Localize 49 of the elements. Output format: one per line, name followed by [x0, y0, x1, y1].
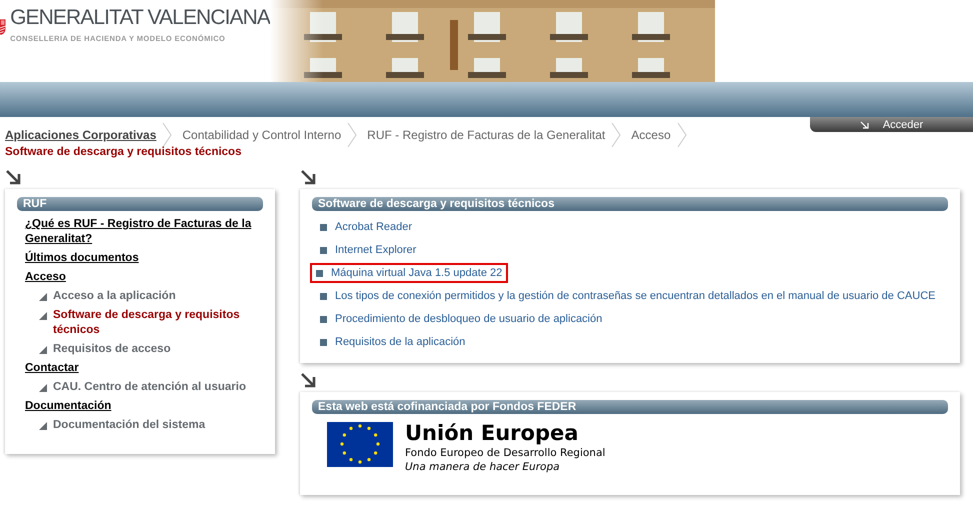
chevron-separator-icon — [676, 123, 687, 147]
chevron-separator-icon — [611, 123, 622, 147]
eu-motto: Una manera de hacer Europa — [405, 461, 561, 473]
bullet-icon — [320, 338, 327, 346]
triangle-icon — [39, 293, 47, 301]
download-link[interactable]: Requisitos de la aplicación — [314, 332, 472, 352]
download-link[interactable]: Procedimiento de desbloqueo de usuario de aplicación — [314, 309, 608, 329]
eu-fund: Fondo Europeo de Desarrollo Regional — [405, 447, 606, 459]
download-link[interactable]: Los tipos de conexión permitidos y la gestión de contraseñas se encuentran detallados en el manual de usuario de CAUCE — [314, 286, 942, 306]
sidebar-sublink[interactable]: Software de descarga y requisitos técnicos — [39, 308, 263, 338]
panel-title: RUF — [17, 197, 263, 211]
sidebar-sublink[interactable]: Acceso a la aplicación — [39, 289, 263, 304]
download-link[interactable]: Máquina virtual Java 1.5 update 22 — [310, 263, 508, 283]
chevron-separator-icon — [347, 123, 358, 147]
bullet-icon — [316, 270, 323, 276]
sidebar-link[interactable]: Acceso — [25, 270, 263, 285]
corner-arrow-icon — [300, 373, 316, 388]
breadcrumb-link[interactable]: Aplicaciones Corporativas — [5, 128, 156, 142]
download-link[interactable]: Internet Explorer — [314, 240, 422, 260]
corner-arrow-icon — [860, 120, 869, 128]
chevron-separator-icon — [162, 123, 172, 147]
eu-name: Unión Europea — [405, 422, 580, 444]
bullet-icon — [320, 316, 327, 322]
login-tab[interactable]: Acceder — [810, 117, 973, 132]
bullet-icon — [320, 224, 327, 230]
triangle-icon — [39, 312, 47, 320]
page-title: Software de descarga y requisitos técnicos — [4, 145, 242, 158]
breadcrumb-link[interactable]: Contabilidad y Control Interno — [182, 128, 342, 142]
sidebar-link[interactable]: Últimos documentos — [25, 251, 263, 266]
sidebar-link[interactable]: Contactar — [25, 361, 263, 376]
corner-arrow-icon — [5, 170, 21, 185]
triangle-icon — [39, 346, 47, 354]
sidebar-sublink[interactable]: Requisitos de acceso — [39, 342, 263, 357]
sidebar-sublink[interactable]: CAU. Centro de atención al usuario — [39, 380, 263, 395]
breadcrumb-link[interactable]: Acceso — [631, 128, 671, 142]
sidebar-link[interactable]: Documentación — [25, 399, 263, 414]
eu-flag-icon — [327, 422, 393, 467]
triangle-icon — [39, 384, 47, 392]
download-link[interactable]: Acrobat Reader — [314, 217, 418, 237]
corner-arrow-icon — [300, 170, 316, 185]
site-title: GENERALITAT VALENCIANA — [10, 5, 270, 31]
panel-title: Esta web está cofinanciada por Fondos FEDER — [312, 400, 948, 414]
triangle-icon — [39, 422, 47, 430]
sidebar-link[interactable]: ¿Qué es RUF - Registro de Facturas de la Generalitat? — [25, 217, 263, 247]
sidebar-sublink[interactable]: Documentación del sistema — [39, 418, 263, 433]
bullet-icon — [320, 292, 327, 300]
breadcrumb-link[interactable]: RUF - Registro de Facturas de la Generalitat — [367, 128, 606, 142]
panel-title: Software de descarga y requisitos técnicos — [312, 197, 948, 211]
bullet-icon — [320, 246, 327, 254]
